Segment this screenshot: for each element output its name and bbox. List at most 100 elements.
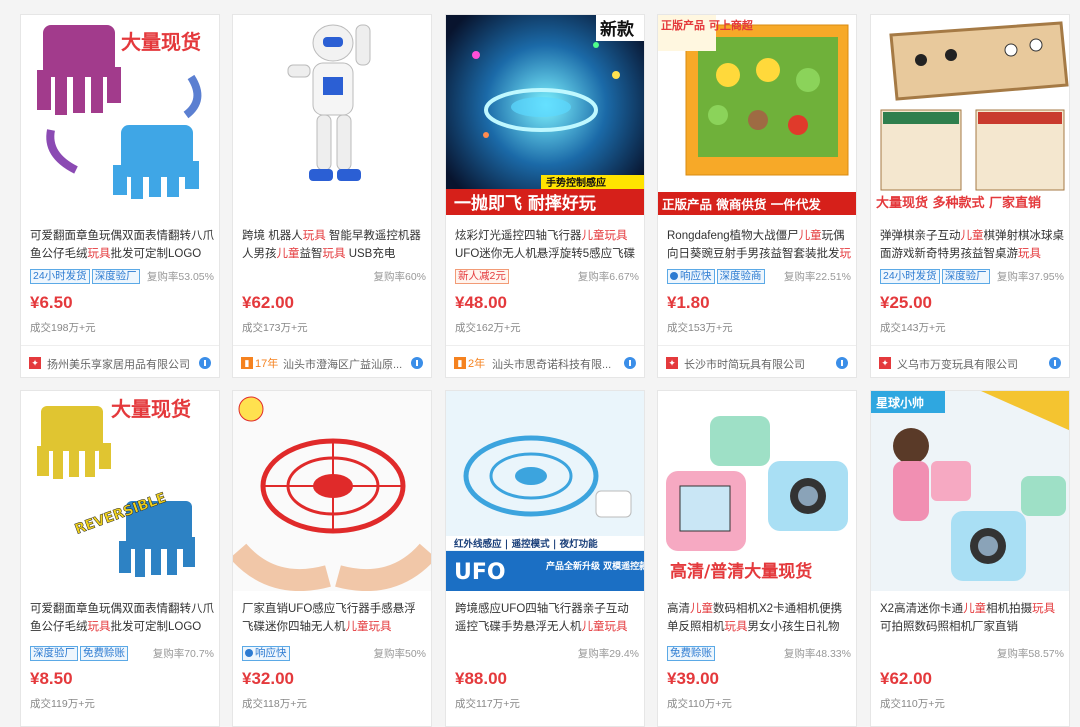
service-tag: 24小时发货 — [880, 269, 940, 284]
product-image[interactable] — [233, 391, 431, 591]
repurchase-rate: 复购率60% — [373, 271, 426, 283]
image-overlay-text: 新款 — [600, 19, 635, 40]
product-title[interactable]: 可爱翻面章鱼玩偶双面表情翻转八爪鱼公仔毛绒玩具批发可定制LOGO — [30, 600, 214, 636]
chat-icon[interactable] — [411, 357, 423, 369]
image-banner-text: 正版产品 微商供货 一件代发 — [662, 197, 821, 212]
price: ¥62.00 — [880, 669, 932, 688]
image-overlay-text: 大量现货 — [111, 397, 191, 421]
tag-row: 深度验厂 免费赊账 复购率70.7% — [30, 646, 214, 662]
image-overlay-text: 大量现货 多种款式 厂家直销 — [876, 195, 1041, 211]
supplier-name[interactable]: 汕头市思奇诺科技有限... — [492, 356, 624, 372]
supplier-years: 17年 — [255, 358, 279, 370]
image-banner-text: 一抛即飞 耐摔好玩 — [454, 193, 596, 214]
tag-row: 响应快 复购率50% — [242, 646, 426, 662]
price: ¥1.80 — [667, 293, 710, 312]
repurchase-rate: 复购率22.51% — [783, 271, 851, 283]
product-title[interactable]: 跨境感应UFO四轴飞行器亲子互动遥控飞碟手势悬浮无人机儿童玩具 — [455, 600, 639, 636]
sales-volume: 成交118万+元 — [242, 698, 307, 710]
price: ¥39.00 — [667, 669, 719, 688]
supplier-row[interactable]: ▮ 2年 汕头市思奇诺科技有限... — [446, 345, 644, 377]
response-icon — [245, 649, 253, 657]
supplier-name[interactable]: 长沙市时简玩具有限公司 — [684, 356, 844, 372]
supplier-years: 2年 — [468, 358, 486, 370]
product-title[interactable]: 炫彩灯光遥控四轴飞行器儿童玩具UFO迷你无人机悬浮旋转5感应飞碟 — [455, 227, 639, 263]
sales-volume: 成交119万+元 — [30, 698, 95, 710]
service-tag: 24小时发货 — [30, 269, 90, 284]
price: ¥6.50 — [30, 293, 73, 312]
product-image[interactable]: 星球小帅 — [871, 391, 1069, 591]
product-image[interactable]: 大量现货 — [21, 15, 219, 215]
image-overlay-text: 高清/普清大量现货 — [670, 561, 812, 582]
tag-row: 免费赊账 复购率48.33% — [667, 646, 851, 662]
image-overlay-text: 正版产品 可上商超 — [661, 18, 754, 32]
tag-row: 24小时发货 深度验厂 复购率37.95% — [880, 269, 1064, 285]
product-card[interactable]: 大量现货 多种款式 厂家直销 弹弹棋亲子互动儿童棋弹射棋冰球桌面游戏新奇特男孩益… — [870, 14, 1070, 378]
sales-volume: 成交110万+元 — [880, 698, 945, 710]
service-tag: 深度验厂 — [30, 646, 78, 661]
product-card[interactable]: 跨境 机器人玩具 智能早教遥控机器人男孩儿童益智玩具 USB充电 复购率60% … — [232, 14, 432, 378]
product-image[interactable]: 大量现货 多种款式 厂家直销 — [871, 15, 1069, 215]
repurchase-rate: 复购率58.57% — [996, 648, 1064, 660]
supplier-name[interactable]: 汕头市澄海区广益汕原... — [283, 356, 411, 372]
supplier-logo-icon: ▮ — [241, 357, 253, 369]
supplier-row[interactable]: ✦ 长沙市时简玩具有限公司 — [658, 345, 856, 377]
service-tag: 响应快 — [242, 646, 290, 661]
product-image[interactable]: 正版产品 可上商超 正版产品 微商供货 一件代发 — [658, 15, 856, 215]
service-tag: 免费赊账 — [667, 646, 715, 661]
product-title[interactable]: X2高清迷你卡通儿童相机拍摄玩具可拍照数码照相机厂家直销 — [880, 600, 1064, 636]
product-card[interactable]: 星球小帅 X2高清迷你卡通儿童相机拍摄玩具可拍照数码照相机厂家直销 复购率58.… — [870, 390, 1070, 727]
service-tag: 深度验商 — [716, 269, 765, 284]
tag-row: 复购率58.57% — [880, 646, 1064, 662]
price: ¥25.00 — [880, 293, 932, 312]
sales-volume: 成交110万+元 — [667, 698, 732, 710]
tag-row: 复购率29.4% — [455, 646, 639, 662]
repurchase-rate: 复购率50% — [373, 648, 426, 660]
product-title[interactable]: 可爱翻面章鱼玩偶双面表情翻转八爪鱼公仔毛绒玩具批发可定制LOGO — [30, 227, 214, 263]
chat-icon[interactable] — [836, 357, 848, 369]
product-image[interactable]: 新款 手势控制感应 一抛即飞 耐摔好玩 — [446, 15, 644, 215]
chat-icon[interactable] — [199, 357, 211, 369]
product-title[interactable]: 厂家直销UFO感应飞行器手感悬浮飞碟迷你四轴无人机儿童玩具 — [242, 600, 426, 636]
supplier-row[interactable]: ▮ 17年 汕头市澄海区广益汕原... — [233, 345, 431, 377]
chat-icon[interactable] — [624, 357, 636, 369]
chat-icon[interactable] — [1049, 357, 1061, 369]
repurchase-rate: 复购率53.05% — [146, 271, 214, 283]
service-tag: 响应快 — [667, 269, 715, 284]
product-title[interactable]: 高清儿童数码相机X2卡通相机便携单反照相机玩具男女小孩生日礼物 — [667, 600, 851, 636]
sales-volume: 成交162万+元 — [455, 322, 521, 334]
product-image[interactable]: 大量现货 REVERSIBLE — [21, 391, 219, 591]
image-overlay-text: 星球小帅 — [876, 395, 924, 410]
product-title[interactable]: 跨境 机器人玩具 智能早教遥控机器人男孩儿童益智玩具 USB充电 — [242, 227, 426, 263]
repurchase-rate: 复购率6.67% — [577, 271, 639, 283]
product-card[interactable]: 正版产品 可上商超 正版产品 微商供货 一件代发 Rongdafeng植物大战僵… — [657, 14, 857, 378]
price: ¥88.00 — [455, 669, 507, 688]
supplier-name[interactable]: 扬州美乐享家居用品有限公司 — [47, 356, 207, 372]
service-tag: 深度验厂 — [91, 269, 140, 284]
image-overlay-text: UFO — [454, 560, 506, 585]
sales-volume: 成交143万+元 — [880, 322, 946, 334]
product-card[interactable]: 高清/普清大量现货 高清儿童数码相机X2卡通相机便携单反照相机玩具男女小孩生日礼… — [657, 390, 857, 727]
product-title[interactable]: 弹弹棋亲子互动儿童棋弹射棋冰球桌面游戏新奇特男孩益智桌游玩具 — [880, 227, 1064, 263]
supplier-logo-icon: ✦ — [29, 357, 41, 369]
response-icon — [670, 272, 678, 280]
promo-tag: 新人减2元 — [455, 269, 509, 284]
supplier-name[interactable]: 义乌市万变玩具有限公司 — [897, 356, 1057, 372]
price: ¥62.00 — [242, 293, 294, 312]
tag-row: 新人减2元 复购率6.67% — [455, 269, 639, 285]
sales-volume: 成交198万+元 — [30, 322, 96, 334]
product-image[interactable] — [233, 15, 431, 215]
product-card[interactable]: 厂家直销UFO感应飞行器手感悬浮飞碟迷你四轴无人机儿童玩具 响应快 复购率50%… — [232, 390, 432, 727]
sales-volume: 成交173万+元 — [242, 322, 308, 334]
supplier-row[interactable]: ✦ 义乌市万变玩具有限公司 — [871, 345, 1069, 377]
supplier-row[interactable]: ✦ 扬州美乐享家居用品有限公司 — [21, 345, 219, 377]
repurchase-rate: 复购率29.4% — [577, 648, 639, 660]
product-title[interactable]: Rongdafeng植物大战僵尸儿童玩偶向日葵豌豆射手男孩益智套装批发玩具 — [667, 227, 851, 263]
image-overlay-text: 大量现货 — [121, 30, 201, 54]
product-card[interactable]: 大量现货 REVERSIBLE 可爱翻面章鱼玩偶双面表情翻转八爪鱼公仔毛绒玩具批… — [20, 390, 220, 727]
product-card[interactable]: 新款 手势控制感应 一抛即飞 耐摔好玩 炫彩灯光遥控四轴飞行器儿童玩具UFO迷你… — [445, 14, 645, 378]
product-card[interactable]: 大量现货 可爱翻面章鱼玩偶双面表情翻转八爪鱼公仔毛绒玩具批发可定制LOGO 24… — [20, 14, 220, 378]
product-image[interactable]: 高清/普清大量现货 — [658, 391, 856, 591]
supplier-logo-icon: ✦ — [879, 357, 891, 369]
product-image[interactable]: 红外线感应 | 遥控模式 | 夜灯功能 UFO 产品全新升级 双模遥控款 — [446, 391, 644, 591]
product-card[interactable]: 红外线感应 | 遥控模式 | 夜灯功能 UFO 产品全新升级 双模遥控款 跨境感… — [445, 390, 645, 727]
